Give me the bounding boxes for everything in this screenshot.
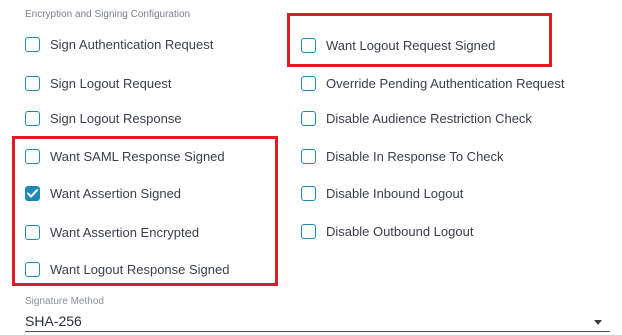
checkbox-label: Sign Authentication Request <box>50 36 214 52</box>
highlight-box-left <box>12 136 278 286</box>
checkbox-label: Override Pending Authentication Request <box>326 75 565 91</box>
signature-method-select[interactable]: SHA-256 <box>25 311 610 332</box>
checkbox-box[interactable] <box>25 110 40 126</box>
checkbox-disable-inbound-logout[interactable]: Disable Inbound Logout <box>301 183 463 203</box>
checkbox-box[interactable] <box>301 185 316 201</box>
checkbox-label: Disable In Response To Check <box>326 148 504 164</box>
signature-method-label: Signature Method <box>25 296 104 307</box>
checkbox-label: Disable Inbound Logout <box>326 185 464 201</box>
checkbox-disable-in-response-to-check[interactable]: Disable In Response To Check <box>301 146 504 166</box>
checkbox-box[interactable] <box>301 223 316 239</box>
caret-down-icon[interactable] <box>594 320 602 325</box>
highlight-box-right <box>287 13 552 67</box>
checkbox-box[interactable] <box>301 110 316 126</box>
checkbox-box[interactable] <box>301 75 316 91</box>
signature-method-value: SHA-256 <box>25 313 82 329</box>
checkbox-box[interactable] <box>301 148 316 164</box>
checkbox-label: Disable Outbound Logout <box>326 223 474 239</box>
checkbox-box[interactable] <box>25 36 40 52</box>
checkbox-label: Sign Logout Request <box>50 75 172 91</box>
checkbox-sign-logout-request[interactable]: Sign Logout Request <box>25 73 171 93</box>
checkbox-disable-outbound-logout[interactable]: Disable Outbound Logout <box>301 221 473 241</box>
checkbox-disable-audience-restriction-check[interactable]: Disable Audience Restriction Check <box>301 108 532 128</box>
checkbox-sign-logout-response[interactable]: Sign Logout Response <box>25 108 182 128</box>
checkbox-sign-authentication-request[interactable]: Sign Authentication Request <box>25 34 213 54</box>
checkbox-box[interactable] <box>25 75 40 91</box>
section-title: Encryption and Signing Configuration <box>25 9 191 20</box>
checkbox-label: Sign Logout Response <box>50 110 182 126</box>
checkbox-override-pending-authentication-request[interactable]: Override Pending Authentication Request <box>301 73 565 93</box>
checkbox-label: Disable Audience Restriction Check <box>326 110 532 126</box>
